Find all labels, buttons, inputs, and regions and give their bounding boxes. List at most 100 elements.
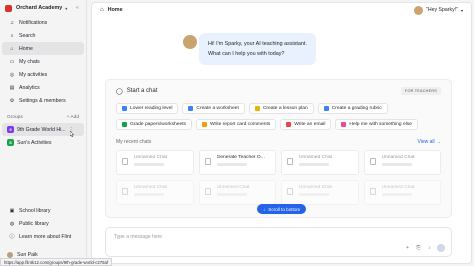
workspace-logo [5,4,12,12]
suggestion-chip[interactable]: Write an email [280,119,332,130]
chip-icon [202,122,207,127]
recent-chat-card[interactable]: Unnamed Chat [116,150,194,175]
home-icon: ⌂ [100,7,104,13]
recent-chat-card[interactable]: Unnamed Chat [281,150,359,175]
recent-chat-card[interactable]: Unnamed Chat [363,180,441,205]
suggestion-chips: Lower reading level Create a worksheet Cre… [116,103,441,130]
document-icon [204,188,211,195]
suggestion-chip[interactable]: Create a worksheet [182,103,245,114]
sidebar-item-home[interactable]: ⌂ Home [2,42,84,55]
search-icon: ⌕ [10,32,14,39]
recent-chat-card[interactable]: Unnamed Chat [281,180,359,205]
start-chat-title: ◯ Start a chat [116,88,157,95]
sidebar-nav: ♫ Notifications ⌕ Search ⌂ Home ▭ My chats ◎ My a… [0,16,86,107]
top-bar: ⌂ Home "Hey Sparky!" ▾ [92,3,471,17]
chip-label: Grade papers/worksheets [130,122,186,127]
recent-chat-title: Unnamed Chat [134,155,167,160]
attach-icon[interactable]: ⎘ [415,245,422,252]
chip-icon [122,106,127,111]
recent-chat-meta [299,163,329,166]
sidebar-item-search[interactable]: ⌕ Search [2,29,84,42]
sidebar-item-label: Learn more about Flint [19,233,72,240]
sidebar-item-info[interactable]: ⓘ Learn more about Flint [2,230,85,243]
recent-chat-title: Unnamed Chat [381,185,415,190]
chip-label: Help me with something else [349,122,412,127]
recent-chats-row-1: Unnamed Chat Generate Teacher O... Unnamed… [116,150,441,175]
add-label: Add [70,114,79,120]
document-icon [287,158,293,165]
document-icon [369,188,376,195]
recent-chat-meta [216,163,247,166]
assistant-label: "Hey Sparky!" [426,7,458,13]
chip-icon [188,106,194,111]
page-title: Home [107,7,123,13]
suggestion-chip[interactable]: Grade papers/worksheets [116,119,192,130]
library-icon: ▣ [9,207,15,214]
sidebar-item-label: My chats [19,58,40,65]
sidebar-item-label: Notifications [19,19,48,26]
group-avatar: 9 [7,126,14,133]
recent-chat-title: Unnamed Chat [299,185,332,190]
recent-chat-meta [381,193,412,196]
recent-chat-card[interactable]: Generate Teacher O... [198,150,276,175]
view-all-label: View all [417,139,435,145]
sidebar-item-bell[interactable]: ♫ Notifications [2,16,84,29]
sidebar-item-library[interactable]: ▣ School library [2,204,85,217]
composer-tools: + ⎘ ♪ [404,244,445,252]
sidebar-item-gear[interactable]: ⚙ Settings & members [2,94,84,107]
recent-chat-card[interactable]: Unnamed Chat [363,150,441,175]
add-group-button[interactable]: + Add [67,115,79,120]
main-panel: ⌂ Home "Hey Sparky!" ▾ Hi! I'm Sparky, y… [91,2,472,264]
message-input[interactable]: Type a message here [114,234,162,240]
suggestion-chip[interactable]: Create a lesson plan [248,103,314,114]
group-label: Sun's Activities [17,139,52,146]
sidebar-item-label: Search [19,32,36,39]
recent-chat-card[interactable]: Unnamed Chat [198,180,276,205]
chip-icon [122,122,127,127]
arrow-down-icon: ↓ [263,206,266,212]
greeting-line-1: Hi! I'm Sparky, your AI teaching assista… [208,41,307,47]
chip-icon [254,106,260,111]
workspace-switcher[interactable]: Orchard Academy ▾ [0,0,86,16]
sidebar-item-label: Settings & members [19,97,66,104]
recent-chat-title: Unnamed Chat [216,185,250,190]
document-icon [122,188,128,195]
assistant-button[interactable]: "Hey Sparky!" ▾ [414,5,463,15]
collapse-sidebar-icon[interactable]: « [76,5,79,11]
chip-label: Create a grading rubric [331,106,382,111]
suggestion-chip[interactable]: Help me with something else [335,119,418,130]
scroll-to-bottom-button[interactable]: ↓ Scroll to bottom [257,204,307,214]
gear-icon: ⚙ [9,97,15,104]
bell-icon: ♫ [10,19,14,26]
recent-chats-header: My recent chats View all → [116,139,441,145]
sidebar-item-activity[interactable]: ◎ My activities [2,68,84,81]
recent-chat-card[interactable]: Unnamed Chat [116,180,194,205]
group-item[interactable]: S Sun's Activities [2,136,84,149]
browser-status-bar: https://app.flintk12.com/groups/9th-grad… [0,258,113,266]
microphone-icon[interactable]: ♪ [426,245,433,252]
suggestion-chip[interactable]: Create a grading rubric [317,103,388,114]
send-button[interactable] [437,244,445,252]
mouse-cursor-icon [70,131,74,137]
suggestion-chip[interactable]: Lower reading level [116,103,179,114]
recent-chat-meta [134,163,164,166]
add-icon[interactable]: + [404,245,411,252]
sidebar-item-analytics[interactable]: ▤ Analytics [2,81,84,94]
for-teachers-badge: FOR TEACHERS [400,87,441,95]
recent-chat-title: Generate Teacher O... [216,155,265,160]
start-chat-header: ◯ Start a chat FOR TEACHERS [116,86,441,96]
group-avatar: S [7,139,14,146]
view-all-link[interactable]: View all → [417,139,441,145]
recent-chat-meta [134,193,164,196]
chip-label: Lower reading level [130,106,173,111]
sidebar-item-globe[interactable]: ◍ Public library [2,217,85,230]
message-composer[interactable]: Type a message here + ⎘ ♪ [105,227,452,257]
sidebar-item-chat[interactable]: ▭ My chats [2,55,84,68]
suggestion-chip[interactable]: Write report card comments [196,119,277,130]
chat-icon: ▭ [9,58,15,65]
sparky-avatar [414,5,424,15]
info-icon: ⓘ [9,234,15,240]
recent-chat-title: Unnamed Chat [134,185,167,190]
recent-chat-title: Unnamed Chat [299,155,332,160]
group-label: 9th Grade World Hi... [17,126,66,133]
